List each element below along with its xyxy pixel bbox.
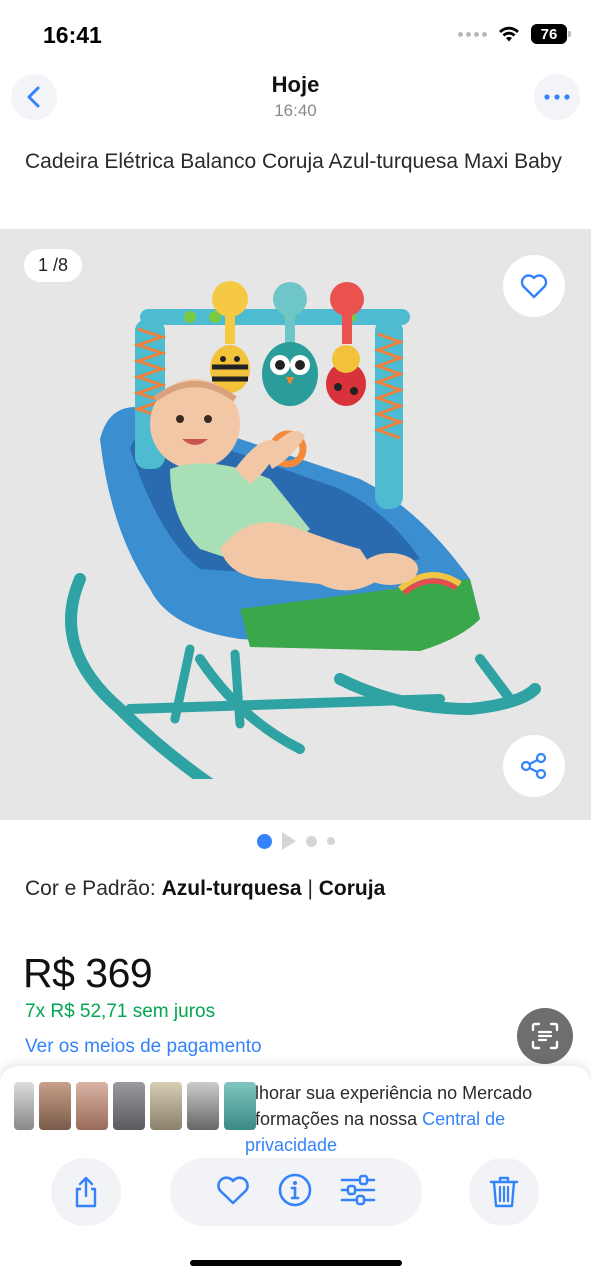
trash-icon xyxy=(489,1176,519,1208)
home-indicator[interactable] xyxy=(190,1260,402,1266)
product-price: R$ 369 xyxy=(23,950,153,996)
text-scan-icon xyxy=(531,1022,559,1050)
page-subtitle: 16:40 xyxy=(274,101,317,120)
product-title: Cadeira Elétrica Balanco Coruja Azul-tur… xyxy=(25,150,562,173)
text-scan-button[interactable] xyxy=(517,1008,573,1064)
gallery-pager xyxy=(0,832,591,850)
signal-icon xyxy=(458,31,487,37)
battery-indicator: 76 xyxy=(531,24,571,44)
thumbnail xyxy=(76,1082,108,1130)
info-button[interactable] xyxy=(278,1173,312,1212)
share-upload-icon xyxy=(75,1176,97,1208)
product-gallery[interactable]: 1 /8 xyxy=(0,229,591,820)
thumbnail xyxy=(39,1082,71,1130)
thumbnail xyxy=(150,1082,182,1130)
delete-button[interactable] xyxy=(469,1158,539,1226)
thumbnail xyxy=(14,1082,34,1130)
favorite-button[interactable] xyxy=(503,255,565,317)
thumbnail xyxy=(224,1082,256,1130)
overlay-thumbnails xyxy=(14,1082,256,1130)
privacy-line-1: elhorar sua experiência no Mercado xyxy=(245,1083,533,1103)
share-button[interactable] xyxy=(503,735,565,797)
variant-separator: | xyxy=(307,877,313,900)
privacy-notice: elhorar sua experiência no Mercado nform… xyxy=(245,1080,575,1158)
adjust-button[interactable] xyxy=(340,1174,376,1211)
more-button[interactable] xyxy=(534,74,580,120)
variant-color: Azul-turquesa xyxy=(161,877,302,900)
variant-pattern: Coruja xyxy=(318,877,386,900)
variant-info: Cor e Padrão: Azul-turquesa | Coruja xyxy=(25,877,385,901)
sliders-icon xyxy=(340,1174,376,1205)
payment-methods-link[interactable]: Ver os meios de pagamento xyxy=(25,1036,262,1058)
image-counter: 1 /8 xyxy=(24,249,83,282)
variant-label: Cor e Padrão: xyxy=(25,877,156,900)
status-time: 16:41 xyxy=(43,22,102,48)
privacy-line-2: nformações na nossa Central de privacida… xyxy=(245,1109,506,1155)
favorite-photo-button[interactable] xyxy=(216,1175,250,1210)
photo-actions-group xyxy=(170,1158,422,1226)
status-indicators: 76 xyxy=(458,24,571,44)
heart-icon xyxy=(520,274,548,299)
thumbnail xyxy=(113,1082,145,1130)
info-icon xyxy=(278,1173,312,1206)
product-image xyxy=(65,281,541,779)
pager-dot-active[interactable] xyxy=(256,833,272,849)
play-icon[interactable] xyxy=(281,832,296,850)
page-title: Hoje xyxy=(271,72,320,97)
ellipsis-icon xyxy=(544,94,570,100)
status-bar: 16:41 76 xyxy=(0,0,591,70)
share-icon xyxy=(520,752,547,780)
pager-dot[interactable] xyxy=(305,835,317,847)
export-button[interactable] xyxy=(51,1158,121,1226)
heart-icon xyxy=(217,1175,249,1204)
thumbnail xyxy=(187,1082,219,1130)
installments-text: 7x R$ 52,71 sem juros xyxy=(25,1001,216,1022)
wifi-icon xyxy=(499,26,519,42)
pager-dot[interactable] xyxy=(326,837,335,845)
nav-header: Hoje 16:40 xyxy=(0,70,591,128)
